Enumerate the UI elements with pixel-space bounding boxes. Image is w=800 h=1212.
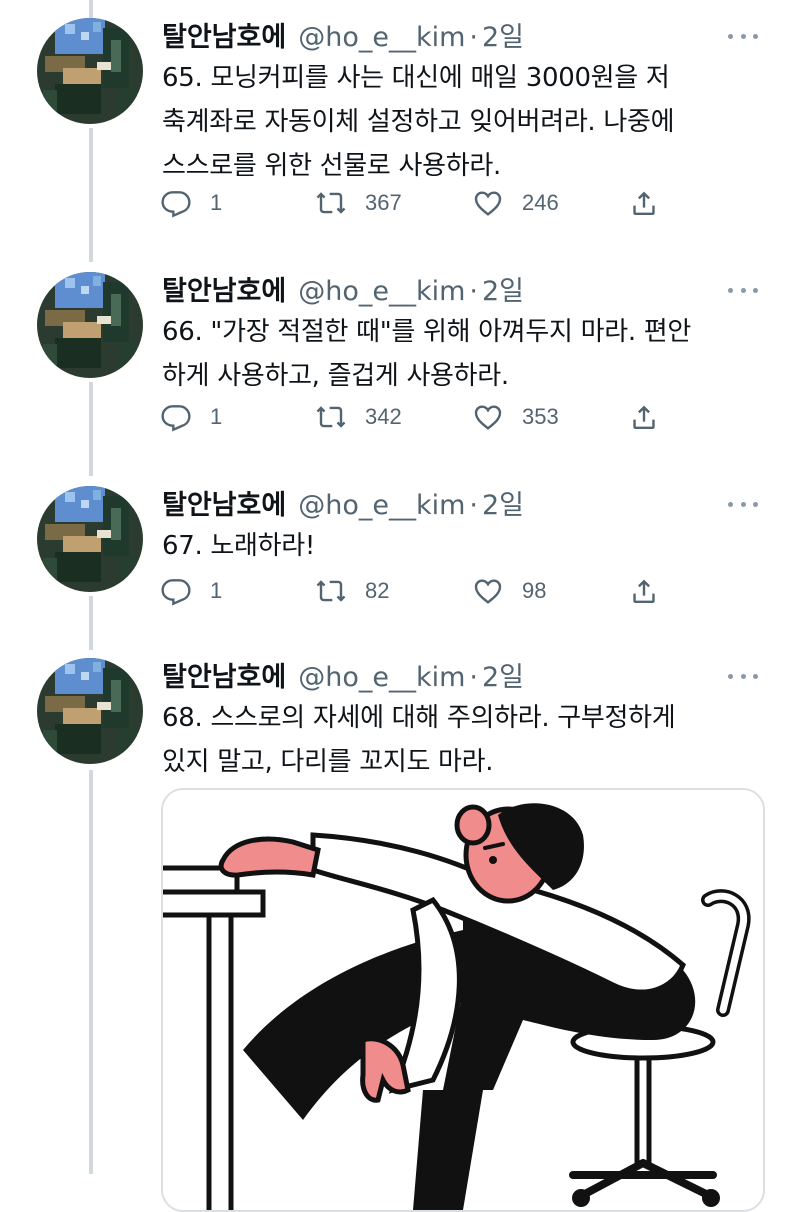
- tweet[interactable]: 탈안남호에 @ho_e__kim · 2일 67. 노래하라! 1 82 98: [0, 486, 800, 626]
- share-icon: [633, 191, 655, 215]
- tweet-actions: 1 342 353: [160, 400, 680, 434]
- reply-icon: [161, 579, 191, 606]
- retweet-icon: [316, 192, 346, 214]
- reply-button[interactable]: 1: [160, 400, 222, 434]
- reply-count: 1: [210, 190, 223, 215]
- tweet-actions: 1 82 98: [160, 574, 680, 608]
- tweet-header: 탈안남호에 @ho_e__kim · 2일: [162, 20, 760, 60]
- share-icon: [633, 405, 655, 429]
- separator: ·: [469, 276, 478, 307]
- tweet[interactable]: 탈안남호에 @ho_e__kim · 2일 65. 모닝커피를 사는 대신에 매…: [0, 18, 800, 238]
- more-icon[interactable]: [728, 28, 758, 44]
- tweet-time[interactable]: 2일: [482, 488, 524, 524]
- tweet-header: 탈안남호에 @ho_e__kim · 2일: [162, 488, 760, 528]
- reply-icon: [161, 191, 191, 218]
- share-button[interactable]: [628, 574, 660, 608]
- avatar[interactable]: [37, 486, 143, 592]
- reply-count: 1: [210, 404, 223, 429]
- author-handle[interactable]: @ho_e__kim: [298, 660, 465, 696]
- avatar-image: [37, 486, 143, 592]
- tweet-media[interactable]: [161, 788, 765, 1212]
- retweet-count: 82: [365, 578, 390, 603]
- tweet[interactable]: 탈안남호에 @ho_e__kim · 2일 68. 스스로의 자세에 대해 주의…: [0, 658, 800, 788]
- tweet-actions: 1 367 246: [160, 186, 680, 220]
- tweet-header: 탈안남호에 @ho_e__kim · 2일: [162, 660, 760, 700]
- like-button[interactable]: 246: [472, 186, 559, 220]
- like-button[interactable]: 98: [472, 574, 546, 608]
- tweet-text: 67. 노래하라!: [162, 531, 316, 561]
- author-handle[interactable]: @ho_e__kim: [298, 274, 465, 310]
- reply-count: 1: [210, 578, 223, 603]
- tweet-time[interactable]: 2일: [482, 274, 524, 310]
- heart-icon: [474, 405, 502, 430]
- retweet-count: 342: [365, 404, 402, 429]
- share-icon: [633, 579, 655, 603]
- author-name[interactable]: 탈안남호에: [162, 660, 286, 696]
- author-handle[interactable]: @ho_e__kim: [298, 488, 465, 524]
- retweet-button[interactable]: 367: [315, 186, 402, 220]
- tweet-time[interactable]: 2일: [482, 660, 524, 696]
- tweet-text: 68. 스스로의 자세에 대해 주의하라. 구부정하게 있지 말고, 다리를 꼬…: [162, 703, 676, 777]
- thread-line: [89, 0, 93, 18]
- heart-icon: [474, 191, 502, 216]
- separator: ·: [469, 22, 478, 53]
- like-count: 98: [522, 578, 547, 603]
- posture-illustration: [163, 790, 763, 1210]
- author-name[interactable]: 탈안남호에: [162, 20, 286, 56]
- tweet-header: 탈안남호에 @ho_e__kim · 2일: [162, 274, 760, 314]
- tweet-text: 66. "가장 적절한 때"를 위해 아껴두지 마라. 편안 하게 사용하고, …: [162, 317, 692, 391]
- author-name[interactable]: 탈안남호에: [162, 488, 286, 524]
- avatar[interactable]: [37, 18, 143, 124]
- like-count: 353: [522, 404, 559, 429]
- tweet-text: 65. 모닝커피를 사는 대신에 매일 3000원을 저 축계좌로 자동이체 설…: [162, 63, 675, 181]
- author-handle[interactable]: @ho_e__kim: [298, 20, 465, 56]
- tweet-time[interactable]: 2일: [482, 20, 524, 56]
- share-button[interactable]: [628, 186, 660, 220]
- tweet[interactable]: 탈안남호에 @ho_e__kim · 2일 66. "가장 적절한 때"를 위해…: [0, 272, 800, 462]
- like-count: 246: [522, 190, 559, 215]
- heart-icon: [474, 579, 502, 604]
- avatar-image: [37, 18, 143, 124]
- retweet-icon: [316, 406, 346, 428]
- more-icon[interactable]: [728, 668, 758, 684]
- avatar-image: [37, 272, 143, 378]
- retweet-button[interactable]: 82: [315, 574, 389, 608]
- thread-line: [89, 770, 93, 1174]
- reply-button[interactable]: 1: [160, 186, 222, 220]
- more-icon[interactable]: [728, 496, 758, 512]
- retweet-button[interactable]: 342: [315, 400, 402, 434]
- reply-icon: [161, 405, 191, 432]
- like-button[interactable]: 353: [472, 400, 559, 434]
- share-button[interactable]: [628, 400, 660, 434]
- separator: ·: [469, 490, 478, 521]
- retweet-icon: [316, 580, 346, 602]
- separator: ·: [469, 662, 478, 693]
- avatar-image: [37, 658, 143, 764]
- retweet-count: 367: [365, 190, 402, 215]
- more-icon[interactable]: [728, 282, 758, 298]
- avatar[interactable]: [37, 658, 143, 764]
- author-name[interactable]: 탈안남호에: [162, 274, 286, 310]
- avatar[interactable]: [37, 272, 143, 378]
- reply-button[interactable]: 1: [160, 574, 222, 608]
